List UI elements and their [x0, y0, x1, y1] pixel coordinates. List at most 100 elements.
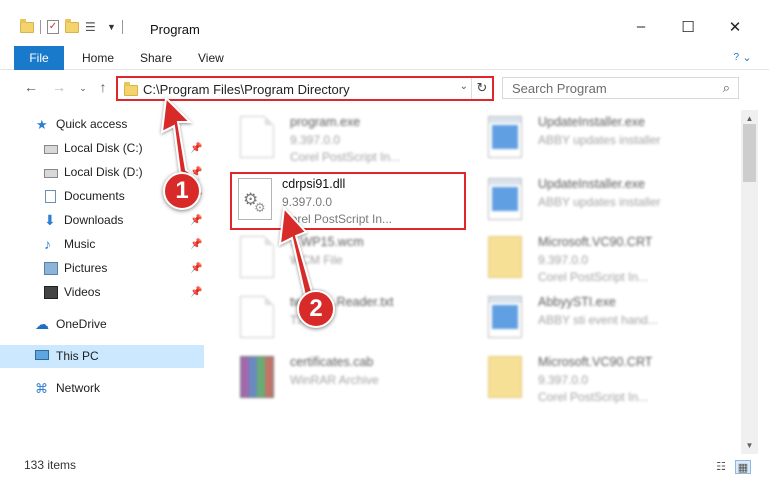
videos-icon	[44, 286, 58, 299]
blank-file-icon	[240, 296, 274, 338]
large-icons-view-icon[interactable]: ▦	[735, 460, 751, 474]
search-box[interactable]: Search Program ⌕	[502, 77, 739, 99]
sidebar-item-label: Local Disk (D:)	[64, 165, 143, 179]
forward-arrow-icon[interactable]: →	[50, 79, 68, 95]
exe-icon	[488, 178, 522, 220]
file-list: program.exe 9.397.0.0 Corel PostScript I…	[208, 110, 741, 450]
window-title: Program	[150, 22, 200, 37]
folder-icon	[20, 18, 34, 33]
customize-toolbar-arrow-icon[interactable]: ▼	[107, 22, 116, 32]
download-icon: ⬇	[44, 212, 56, 228]
scroll-down-arrow-icon[interactable]: ▼	[741, 437, 758, 454]
vertical-scrollbar[interactable]: ▲ ▼	[741, 110, 758, 454]
sidebar-item-label: OneDrive	[56, 317, 107, 331]
pin-icon[interactable]: 📌	[190, 281, 202, 304]
sidebar-item-onedrive[interactable]: ☁ OneDrive	[0, 313, 204, 336]
tab-home[interactable]: Home	[82, 46, 114, 70]
network-icon: ⌘	[35, 381, 48, 396]
file-name: UpdateInstaller.exe	[538, 177, 646, 191]
program-exe-icon	[240, 116, 274, 158]
file-item[interactable]: Microsoft.VC90.CRT 9.397.0.0 Corel PostS…	[466, 232, 706, 290]
folder-icon	[488, 356, 522, 398]
file-description: WCM File	[290, 253, 343, 267]
file-version: 9.397.0.0	[290, 133, 341, 147]
star-icon: ★	[36, 117, 48, 132]
sidebar-item-videos[interactable]: Videos 📌	[0, 281, 204, 304]
toolbar-separator	[40, 20, 41, 34]
sidebar-item-quick-access[interactable]: ★ Quick access	[0, 113, 204, 136]
sidebar-item-downloads[interactable]: ⬇ Downloads 📌	[0, 209, 204, 232]
sidebar-item-label: Quick access	[56, 117, 128, 131]
ribbon-expand-icon[interactable]: ⌄	[739, 50, 755, 66]
folder-icon	[488, 236, 522, 278]
file-name: Microsoft.VC90.CRT	[538, 355, 653, 369]
sidebar-item-label: Local Disk (C:)	[64, 141, 143, 155]
sidebar-item-music[interactable]: ♪ Music 📌	[0, 233, 204, 256]
annotation-badge-2: 2	[297, 290, 335, 328]
maximize-button[interactable]: ☐	[665, 18, 711, 36]
sidebar-item-this-pc[interactable]: This PC	[0, 345, 204, 368]
tab-view[interactable]: View	[198, 46, 224, 70]
file-item[interactable]: UpdateInstaller.exe ABBY updates install…	[466, 112, 706, 170]
sidebar-item-label: Documents	[64, 189, 125, 203]
search-input[interactable]: Search Program	[512, 81, 607, 96]
tab-share[interactable]: Share	[140, 46, 172, 70]
file-item[interactable]: program.exe 9.397.0.0 Corel PostScript I…	[218, 112, 458, 170]
sidebar-item-network[interactable]: ⌘ Network	[0, 377, 204, 400]
file-description: Corel PostScript In...	[290, 150, 401, 164]
address-bar[interactable]: C:\Program Files\Program Directory ⌄ ↻	[116, 76, 494, 101]
ribbon-tabs: File Home Share View ⌄ ?	[0, 46, 769, 70]
pin-icon[interactable]: 📌	[190, 233, 202, 256]
annotation-badge-1: 1	[163, 172, 201, 210]
file-description: ABBY sti event hand...	[538, 313, 658, 327]
sidebar-item-label: Downloads	[64, 213, 124, 227]
back-arrow-icon[interactable]: ←	[22, 79, 40, 95]
file-name: Microsoft.VC90.CRT	[538, 235, 653, 249]
sidebar-item-label: Music	[64, 237, 96, 251]
help-icon[interactable]: ?	[733, 52, 739, 63]
file-description: Corel PostScript In...	[538, 270, 649, 284]
recent-locations-chevron-icon[interactable]: ⌄	[74, 83, 92, 94]
music-icon: ♪	[44, 236, 51, 252]
file-item[interactable]: UpdateInstaller.exe ABBY updates install…	[466, 174, 706, 232]
winrar-icon	[240, 356, 274, 398]
pin-icon[interactable]: 📌	[190, 209, 202, 232]
search-icon: ⌕	[722, 80, 730, 95]
toolbar-separator	[121, 20, 123, 34]
minimize-button[interactable]: –	[618, 18, 664, 35]
disk-icon	[44, 145, 58, 154]
properties-check-icon[interactable]: ✓	[47, 20, 59, 34]
item-count: 133 items	[24, 458, 77, 472]
file-name: program.exe	[290, 115, 361, 129]
new-folder-icon[interactable]	[65, 18, 79, 33]
navigation-pane: ★ Quick access Local Disk (C:) 📌 Local D…	[0, 110, 208, 450]
blank-file-icon	[240, 236, 274, 278]
sidebar-item-label: Pictures	[64, 261, 108, 275]
file-item[interactable]: ...WP15.wcm WCM File	[218, 232, 458, 290]
tab-file[interactable]: File	[14, 46, 64, 70]
pin-icon[interactable]: 📌	[190, 257, 202, 280]
status-bar: 133 items ☷ ▦	[0, 454, 769, 484]
scrollbar-thumb[interactable]	[743, 124, 756, 182]
pin-icon[interactable]: 📌	[190, 137, 202, 160]
list-view-icon[interactable]: ☰	[85, 20, 101, 34]
refresh-icon[interactable]: ↻	[471, 78, 492, 99]
up-arrow-icon[interactable]: ↑	[94, 79, 112, 95]
sidebar-item-pictures[interactable]: Pictures 📌	[0, 257, 204, 280]
file-item[interactable]: certificates.cab WinRAR Archive	[218, 352, 458, 410]
file-name: ...WP15.wcm	[290, 235, 364, 249]
file-item[interactable]: Microsoft.VC90.CRT 9.397.0.0 Corel PostS…	[466, 352, 706, 410]
file-version: 9.397.0.0	[538, 373, 589, 387]
file-item[interactable]: twain_...Reader.txt TXT	[218, 292, 458, 350]
file-description: Corel PostScript In...	[538, 390, 649, 404]
address-dropdown-chevron-icon[interactable]: ⌄	[460, 81, 468, 92]
file-item[interactable]: AbbyySTI.exe ABBY sti event hand...	[466, 292, 706, 350]
sidebar-item-label: Videos	[64, 285, 101, 299]
sidebar-item-local-disk-c[interactable]: Local Disk (C:) 📌	[0, 137, 204, 160]
onedrive-icon: ☁	[35, 316, 49, 332]
close-button[interactable]: ✕	[712, 18, 758, 36]
file-name: AbbyySTI.exe	[538, 295, 616, 309]
file-highlight-box	[230, 172, 466, 230]
pictures-icon	[44, 262, 58, 275]
details-view-icon[interactable]: ☷	[713, 460, 729, 474]
